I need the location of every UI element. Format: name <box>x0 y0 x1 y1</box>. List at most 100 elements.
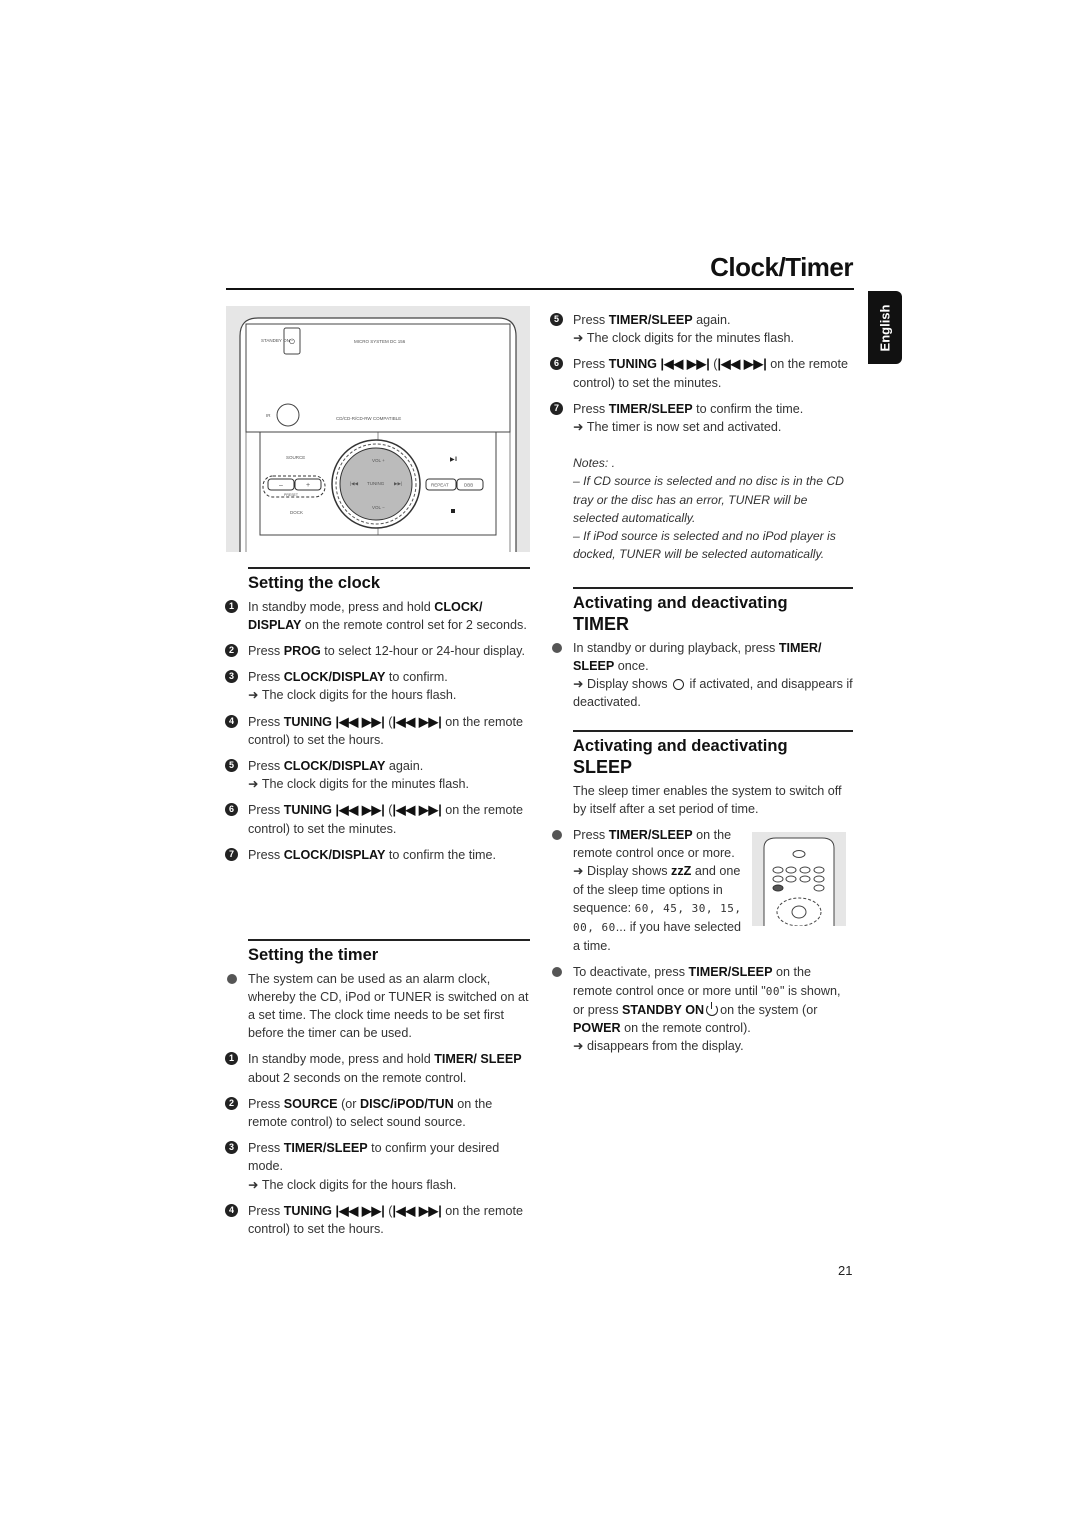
step-number: 1 <box>225 1052 238 1066</box>
bold-text: TIMER/SLEEP <box>608 827 693 842</box>
page-title: Clock/Timer <box>710 252 853 282</box>
section-intro: The sleep timer enables the system to sw… <box>573 783 842 816</box>
step-number: 7 <box>550 401 563 415</box>
step-item: 3 Press CLOCK/DISPLAY to confirm. ➜ The cl… <box>225 668 530 704</box>
text: (or <box>337 1096 360 1111</box>
text: to select 12-hour or 24-hour display. <box>320 643 525 658</box>
text: Press <box>248 714 284 729</box>
step-item: 5 Press CLOCK/DISPLAY again. ➜ The clock d… <box>225 757 530 793</box>
bold-text: STANDBY ON <box>622 1002 705 1017</box>
text: Press <box>573 313 609 327</box>
bold-text: TIMER/SLEEP <box>608 313 693 327</box>
section-heading: Activating and deactivating SLEEP <box>573 736 853 778</box>
section-rule <box>573 587 853 589</box>
bold-text: zzZ <box>671 864 692 879</box>
text: Press <box>248 670 284 685</box>
compat-label: CD/CD-R/CD-RW COMPATIBLE <box>336 416 401 421</box>
section-heading: Activating and deactivating TIMER <box>573 593 853 635</box>
text: To deactivate, press <box>573 965 689 980</box>
bold-text: TUNING |◀◀ ▶▶| <box>283 714 385 729</box>
step-number: 2 <box>225 1096 238 1110</box>
bold-text: |◀◀ ▶▶| <box>392 803 442 818</box>
step-item: 4 Press TUNING |◀◀ ▶▶| (|◀◀ ▶▶| on the re… <box>225 1202 530 1238</box>
step-number: 2 <box>225 643 238 657</box>
source-label: SOURCE <box>286 455 305 460</box>
text: again. <box>385 758 424 773</box>
bold-text: TUNING |◀◀ ▶▶| <box>608 357 710 372</box>
step-result: ➜ Display shows zzZ and one of the sleep… <box>573 862 748 955</box>
text: In standby mode, press and hold <box>248 599 435 614</box>
text: In standby mode, press and hold <box>248 1052 435 1067</box>
step-number: 7 <box>225 847 238 861</box>
bold-text: TIMER/SLEEP <box>688 965 773 980</box>
text: ➜ Display shows <box>573 676 672 691</box>
step-item: 6 Press TUNING |◀◀ ▶▶| (|◀◀ ▶▶| on the re… <box>225 801 530 837</box>
text: In standby or during playback, press <box>573 640 779 655</box>
heading-line: TIMER <box>573 613 629 634</box>
bold-text: DISC/iPOD/TUN <box>359 1096 454 1111</box>
step-item: 1 In standby mode, press and hold TIMER/ … <box>225 1050 530 1086</box>
step-number: 3 <box>225 1141 238 1155</box>
text: again. <box>692 313 731 327</box>
dbb-label: DBB <box>464 483 473 488</box>
text: on the remote control). <box>620 1020 751 1035</box>
step-item: 6 Press TUNING |◀◀ ▶▶| (|◀◀ ▶▶| on the re… <box>550 355 855 391</box>
text: once. <box>614 658 649 673</box>
step-item: 3 Press TIMER/SLEEP to confirm your desir… <box>225 1139 530 1194</box>
step-item: Press TIMER/SLEEP on the remote control … <box>552 826 748 955</box>
text: Press <box>248 758 284 773</box>
bold-text: |◀◀ ▶▶| <box>392 1203 442 1218</box>
ir-label: IR <box>266 413 271 418</box>
notes-title: Notes: . <box>573 456 615 471</box>
section-activate-sleep: Activating and deactivating SLEEP The slee… <box>552 730 853 1063</box>
bullet-icon <box>552 967 562 978</box>
bold-text: TIMER/SLEEP <box>608 401 693 416</box>
svg-text:|◀◀: |◀◀ <box>350 481 359 486</box>
text: on the remote control set for 2 seconds. <box>301 617 527 632</box>
text: Press <box>573 357 609 372</box>
step-number: 4 <box>225 714 238 728</box>
step-result: ➜ Display shows if activated, and disapp… <box>573 675 853 711</box>
text: Press <box>573 827 609 842</box>
language-tab: English <box>868 291 902 364</box>
svg-text:⏻: ⏻ <box>289 338 295 346</box>
heading-line: SLEEP <box>573 756 633 777</box>
bullet-icon <box>552 642 562 653</box>
preset-label: PRESET <box>284 493 299 497</box>
bold-text: TUNING |◀◀ ▶▶| <box>283 1203 385 1218</box>
section-rule <box>573 730 853 732</box>
step-item: 7 Press TIMER/SLEEP to confirm the time. ➜… <box>550 400 855 436</box>
text: to confirm the time. <box>692 401 804 416</box>
bold-text: |◀◀ ▶▶| <box>392 714 442 729</box>
page-number: 21 <box>838 1263 853 1278</box>
text: The system can be used as an alarm clock… <box>248 971 529 1041</box>
bold-text: PROG <box>283 643 321 658</box>
step-number: 5 <box>225 758 238 772</box>
title-rule <box>226 288 854 290</box>
heading-line: Setting the timer <box>248 945 379 964</box>
step-number: 6 <box>225 803 238 817</box>
heading-line: Activating and deactivating <box>573 736 788 755</box>
language-label: English <box>877 304 893 351</box>
bold-text: TIMER/SLEEP <box>283 1141 368 1156</box>
step-result: ➜ The clock digits for the hours flash. <box>248 1177 457 1192</box>
step-result: ➜ disappears from the display. <box>573 1037 853 1055</box>
text: Press <box>248 847 284 862</box>
step-item: The system can be used as an alarm clock… <box>227 970 530 1043</box>
section-heading: Setting the timer <box>248 945 530 966</box>
bold-text: CLOCK/DISPLAY <box>283 847 386 862</box>
text: Press <box>248 1141 284 1156</box>
tuning-label: TUNING <box>367 481 385 486</box>
text: on the system (or <box>720 1002 818 1017</box>
svg-text:–: – <box>279 482 283 489</box>
bullet-icon <box>227 973 237 984</box>
text: to confirm. <box>385 670 448 685</box>
text: to confirm the time. <box>385 847 496 862</box>
step-number: 6 <box>550 357 563 371</box>
bullet-icon <box>552 829 562 840</box>
bold-text: TIMER/ SLEEP <box>434 1052 522 1067</box>
text: Press <box>248 643 284 658</box>
bold-text: CLOCK/DISPLAY <box>283 670 386 685</box>
step-result: ➜ The clock digits for the minutes flash… <box>248 777 470 792</box>
section-setting-clock: Setting the clock 1 In standby mode, press… <box>225 567 530 872</box>
